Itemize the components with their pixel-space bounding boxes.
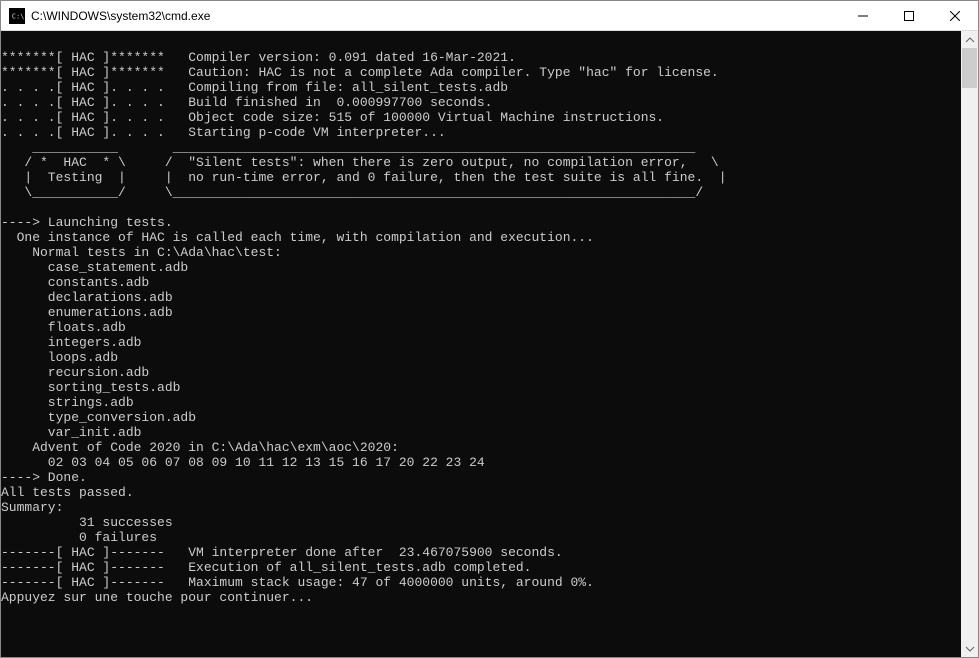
- console-container: *******[ HAC ]******* Compiler version: …: [1, 31, 978, 657]
- maximize-button[interactable]: [886, 1, 932, 31]
- window-titlebar: C:\ C:\WINDOWS\system32\cmd.exe: [1, 1, 978, 31]
- vertical-scrollbar[interactable]: [961, 31, 978, 657]
- close-button[interactable]: [932, 1, 978, 31]
- scrollbar-thumb[interactable]: [962, 48, 977, 88]
- svg-text:C:\: C:\: [12, 12, 24, 20]
- scroll-up-button[interactable]: [961, 31, 978, 48]
- window-title: C:\WINDOWS\system32\cmd.exe: [31, 9, 840, 23]
- console-output[interactable]: *******[ HAC ]******* Compiler version: …: [1, 31, 961, 657]
- minimize-button[interactable]: [840, 1, 886, 31]
- cmd-icon: C:\: [9, 8, 25, 24]
- scroll-down-button[interactable]: [961, 640, 978, 657]
